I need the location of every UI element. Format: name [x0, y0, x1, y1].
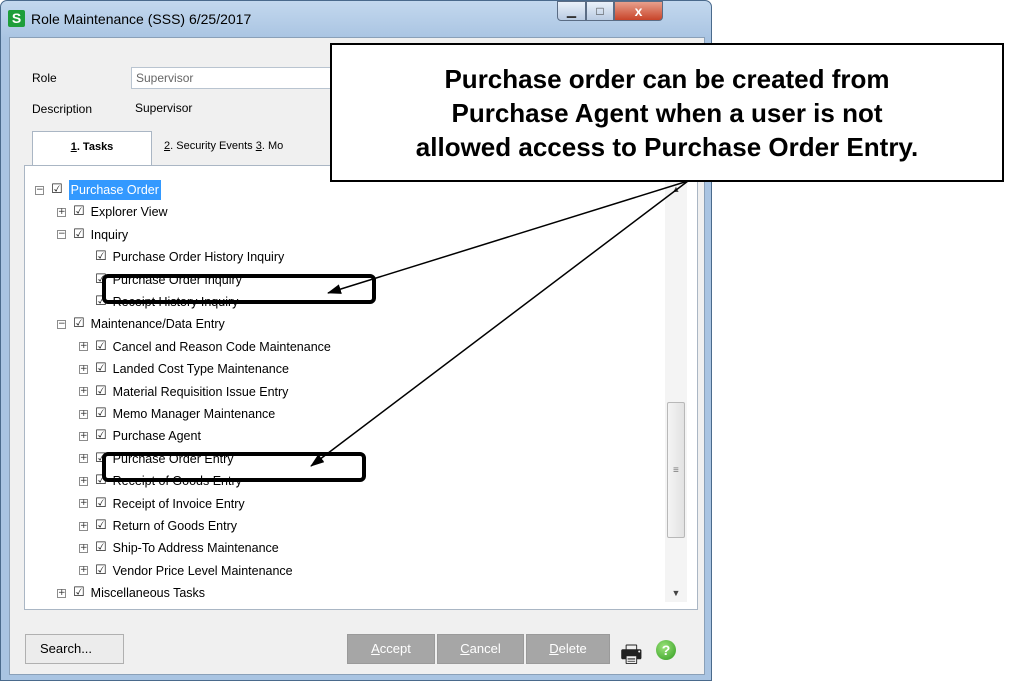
- annotation-callout: Purchase order can be created from Purch…: [330, 43, 1004, 182]
- arrow-to-entry: [310, 180, 689, 467]
- callout-line-3: allowed access to Purchase Order Entry.: [415, 132, 919, 162]
- callout-line-1: Purchase order can be created from: [444, 64, 890, 94]
- arrow-to-inquiry: [327, 180, 689, 294]
- callout-line-2: Purchase Agent when a user is not: [451, 98, 883, 128]
